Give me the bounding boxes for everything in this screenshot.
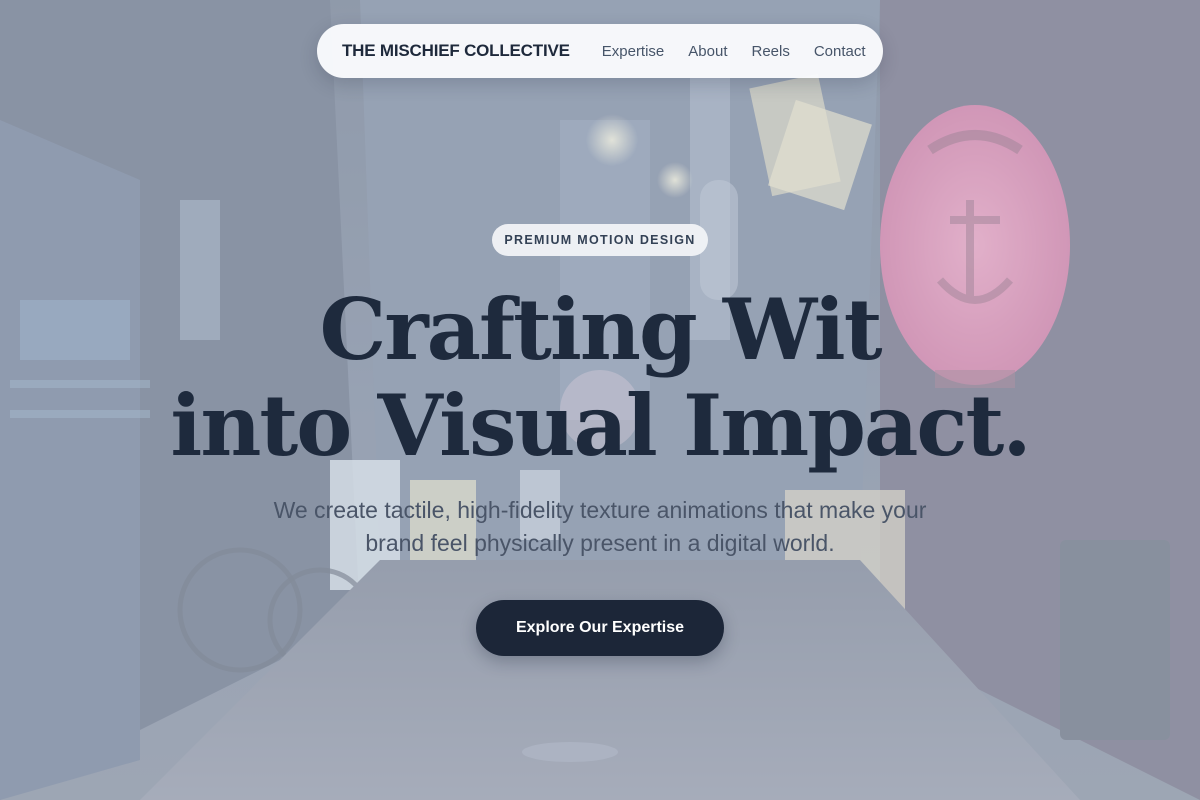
brand-logo-text[interactable]: THE MISCHIEF COLLECTIVE xyxy=(342,41,570,61)
nav-link-about[interactable]: About xyxy=(688,43,727,60)
hero-headline-line-1: Crafting Wit xyxy=(319,280,882,379)
nav-link-expertise[interactable]: Expertise xyxy=(602,43,665,60)
hero-headline: Crafting Wit into Visual Impact. xyxy=(0,282,1200,474)
hero-headline-line-2: into Visual Impact. xyxy=(170,376,1031,475)
top-navigation: THE MISCHIEF COLLECTIVE Expertise About … xyxy=(317,24,883,78)
explore-expertise-button[interactable]: Explore Our Expertise xyxy=(476,600,724,656)
hero-subheadline: We create tactile, high-fidelity texture… xyxy=(273,497,927,556)
nav-links: Expertise About Reels Contact xyxy=(602,43,866,60)
nav-link-contact[interactable]: Contact xyxy=(814,43,866,60)
hero-badge: PREMIUM MOTION DESIGN xyxy=(492,224,708,256)
nav-link-reels[interactable]: Reels xyxy=(751,43,789,60)
